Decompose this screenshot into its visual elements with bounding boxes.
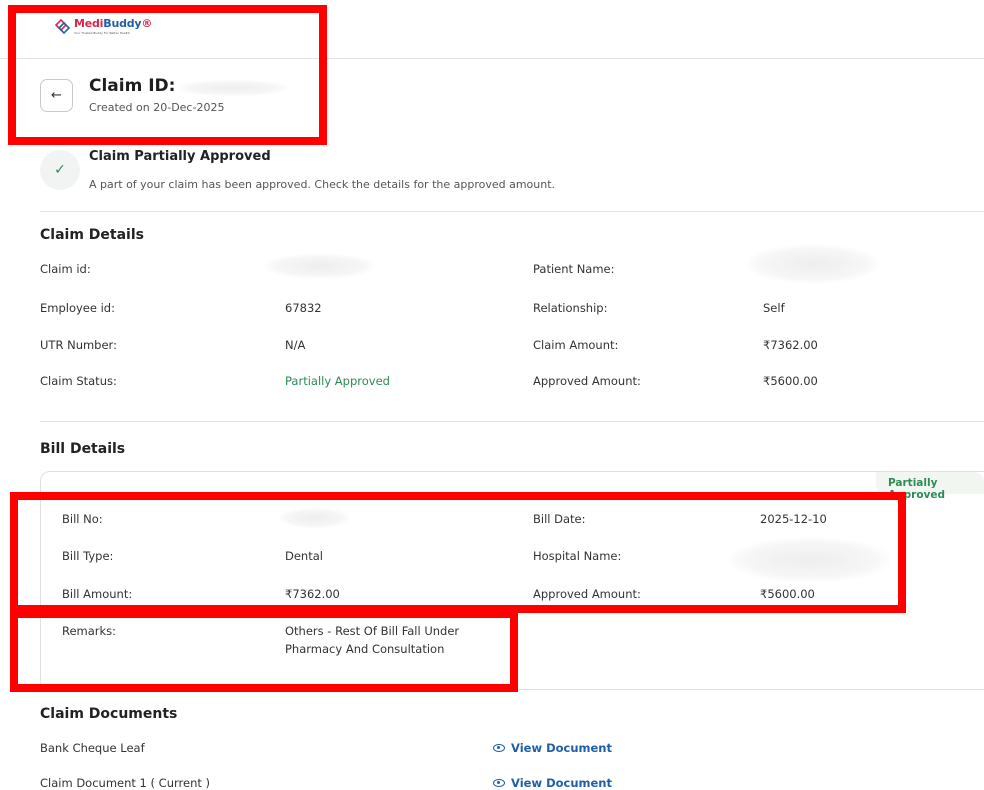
relationship-label: Relationship: (533, 301, 608, 315)
document-name: Bank Cheque Leaf (40, 741, 145, 755)
highlight-box-header (8, 5, 327, 145)
bill-status-badge: Partially Approved (876, 472, 984, 501)
claim-amount-label: Claim Amount: (533, 338, 619, 352)
status-check-icon: ✓ (40, 150, 80, 190)
redacted-claim-id-value (265, 254, 375, 278)
claim-status-label: Claim Status: (40, 374, 117, 388)
divider (40, 421, 984, 422)
claim-status-value: Partially Approved (285, 374, 390, 388)
employee-id-value: 67832 (285, 301, 322, 315)
claim-amount-value: ₹7362.00 (763, 338, 818, 352)
status-description: A part of your claim has been approved. … (89, 178, 556, 191)
approved-amount-label: Approved Amount: (533, 374, 641, 388)
divider (40, 211, 984, 212)
redacted-patient-name (748, 245, 878, 283)
claim-details-title: Claim Details (40, 227, 144, 243)
highlight-box-bill-info (10, 492, 906, 613)
view-document-link[interactable]: View Document (493, 741, 612, 755)
utr-label: UTR Number: (40, 338, 117, 352)
claim-documents-title: Claim Documents (40, 706, 178, 722)
utr-value: N/A (285, 338, 306, 352)
eye-icon (493, 779, 505, 787)
status-title: Claim Partially Approved (89, 149, 271, 164)
claim-id-label: Claim id: (40, 262, 91, 276)
eye-icon (493, 744, 505, 752)
relationship-value: Self (763, 301, 785, 315)
employee-id-label: Employee id: (40, 301, 115, 315)
bill-details-title: Bill Details (40, 441, 126, 457)
approved-amount-value: ₹5600.00 (763, 374, 818, 388)
view-document-link[interactable]: View Document (493, 776, 612, 790)
document-name: Claim Document 1 ( Current ) (40, 776, 211, 790)
patient-name-label: Patient Name: (533, 262, 615, 276)
highlight-box-remarks (10, 610, 518, 692)
